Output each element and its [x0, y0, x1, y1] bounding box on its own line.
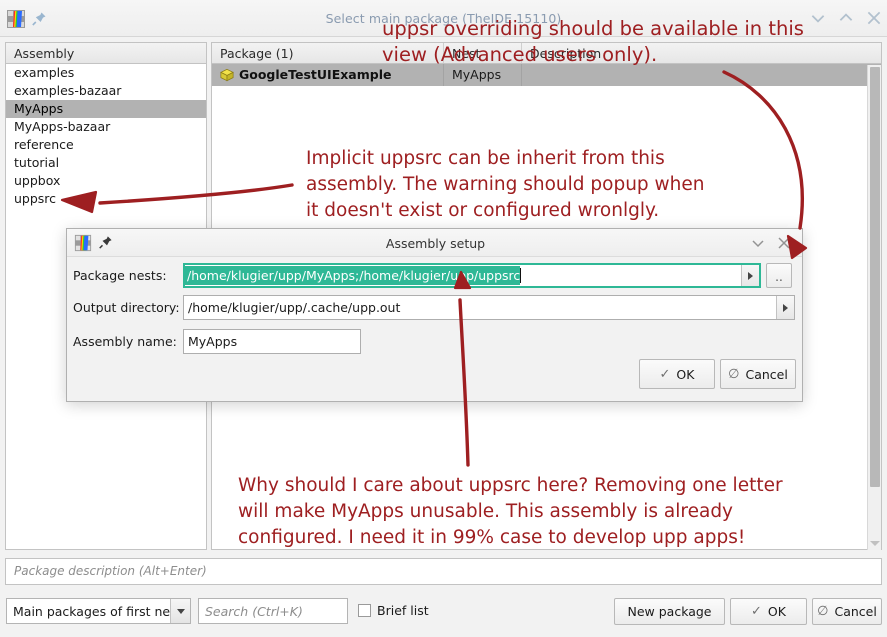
assembly-name-value: MyApps: [184, 334, 237, 349]
description-cell: [522, 64, 881, 86]
chevron-down-icon[interactable]: [809, 9, 827, 27]
nest-cell: MyApps: [444, 64, 522, 86]
assembly-item-myapps-bazaar[interactable]: MyApps-bazaar: [6, 118, 206, 136]
text-caret: [520, 268, 521, 283]
assembly-setup-dialog: Assembly setup Package nests: /home/klug…: [66, 228, 803, 402]
assembly-name-row: Assembly name: MyApps: [73, 329, 361, 354]
package-nests-browse-button[interactable]: ..: [766, 263, 792, 288]
close-icon[interactable]: [776, 235, 792, 251]
package-column-headers: Package (1) Nest Description: [212, 43, 881, 64]
column-header-package[interactable]: Package (1): [212, 43, 444, 63]
assembly-list: examples examples-bazaar MyApps MyApps-b…: [6, 64, 206, 208]
scrollbar-thumb[interactable]: [870, 67, 880, 487]
app-window: Select main package (TheIDE 15110) Assem…: [0, 0, 887, 637]
chevron-up-icon[interactable]: [837, 9, 855, 27]
output-directory-dropdown-button[interactable]: [776, 296, 794, 319]
close-icon[interactable]: [865, 9, 883, 27]
package-nests-row: Package nests: /home/klugier/upp/MyApps;…: [73, 263, 792, 288]
search-placeholder: Search (Ctrl+K): [199, 599, 347, 619]
check-icon: ✓: [660, 367, 671, 382]
package-box-icon: [220, 68, 234, 82]
assembly-item-tutorial[interactable]: tutorial: [6, 154, 206, 172]
package-filter-value: Main packages of first nest: [7, 604, 170, 619]
package-nests-value: /home/klugier/upp/MyApps;/home/klugier/u…: [185, 266, 520, 285]
dialog-title: Assembly setup: [67, 236, 804, 251]
ok-button[interactable]: ✓ OK: [730, 598, 807, 625]
output-directory-value: /home/klugier/upp/.cache/upp.out: [184, 300, 400, 315]
assembly-item-examples[interactable]: examples: [6, 64, 206, 82]
package-filter-dropdown[interactable]: Main packages of first nest: [6, 598, 191, 624]
window-titlebar: Select main package (TheIDE 15110): [0, 0, 887, 37]
package-list-scrollbar[interactable]: [867, 65, 881, 550]
checkbox-box[interactable]: [358, 604, 371, 617]
package-description-placeholder: Package description (Alt+Enter): [6, 559, 881, 578]
package-nests-label: Package nests:: [73, 268, 183, 283]
ban-icon: ∅: [817, 604, 828, 619]
table-row[interactable]: GoogleTestUIExample MyApps: [212, 64, 881, 86]
assembly-item-uppsrc[interactable]: uppsrc: [6, 190, 206, 208]
bottom-toolbar: Main packages of first nest Search (Ctrl…: [0, 590, 887, 637]
output-directory-input[interactable]: /home/klugier/upp/.cache/upp.out: [183, 295, 795, 320]
search-input[interactable]: Search (Ctrl+K): [198, 598, 348, 624]
assembly-item-examples-bazaar[interactable]: examples-bazaar: [6, 82, 206, 100]
dialog-cancel-button[interactable]: ∅ Cancel: [720, 359, 796, 389]
output-directory-row: Output directory: /home/klugier/upp/.cac…: [73, 295, 795, 320]
brief-list-checkbox[interactable]: Brief list: [358, 603, 429, 618]
chevron-down-icon[interactable]: [750, 235, 766, 251]
window-title: Select main package (TheIDE 15110): [0, 11, 887, 26]
assembly-item-myapps[interactable]: MyApps: [6, 100, 206, 118]
column-header-nest[interactable]: Nest: [444, 43, 522, 63]
caret-right-icon: [748, 272, 753, 280]
package-nests-dropdown-button[interactable]: [741, 264, 759, 287]
brief-list-label: Brief list: [377, 603, 429, 618]
package-name: GoogleTestUIExample: [239, 64, 391, 86]
output-directory-label: Output directory:: [73, 300, 183, 315]
assembly-name-label: Assembly name:: [73, 334, 183, 349]
assembly-name-input[interactable]: MyApps: [183, 329, 361, 354]
package-cell: GoogleTestUIExample: [212, 64, 444, 86]
assembly-column-header: Assembly: [6, 43, 206, 64]
dialog-ok-label: OK: [676, 367, 694, 382]
assembly-item-uppbox[interactable]: uppbox: [6, 172, 206, 190]
window-controls: [809, 9, 883, 27]
filter-dropdown-button[interactable]: [170, 599, 190, 623]
caret-down-icon: [177, 609, 185, 614]
ok-label: OK: [768, 604, 786, 619]
scrollbar-down-arrow-icon[interactable]: [870, 541, 880, 546]
check-icon: ✓: [751, 604, 762, 619]
package-description-input[interactable]: Package description (Alt+Enter): [5, 558, 882, 585]
assembly-item-reference[interactable]: reference: [6, 136, 206, 154]
column-header-description[interactable]: Description: [522, 43, 881, 63]
dialog-cancel-label: Cancel: [745, 367, 787, 382]
dialog-titlebar: Assembly setup: [67, 229, 802, 257]
cancel-button[interactable]: ∅ Cancel: [812, 598, 882, 625]
new-package-label: New package: [627, 604, 711, 619]
caret-right-icon: [783, 304, 788, 312]
ban-icon: ∅: [728, 367, 739, 382]
package-nests-input[interactable]: /home/klugier/upp/MyApps;/home/klugier/u…: [183, 263, 761, 288]
new-package-button[interactable]: New package: [614, 598, 725, 625]
dialog-ok-button[interactable]: ✓ OK: [639, 359, 715, 389]
cancel-label: Cancel: [834, 604, 876, 619]
